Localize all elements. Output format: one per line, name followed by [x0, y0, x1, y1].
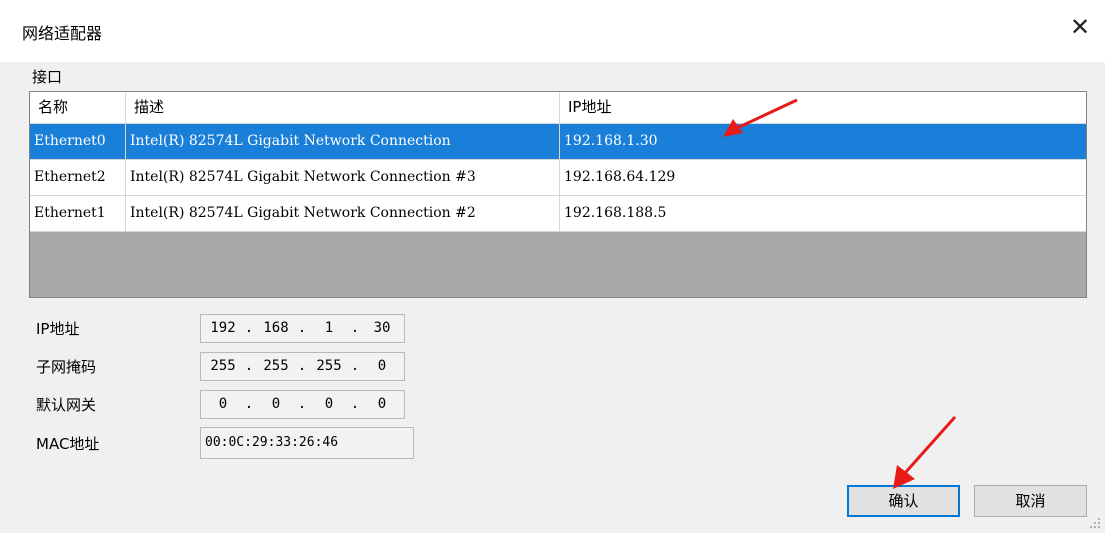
adapter-description: Intel(R) 82574L Gigabit Network Connecti…	[126, 160, 560, 195]
gateway-octet-4[interactable]: 0	[362, 391, 402, 418]
adapter-ip: 192.168.188.5	[564, 205, 667, 221]
title-bar: 网络适配器 ✕	[0, 0, 1105, 62]
octet-separator: .	[244, 320, 254, 336]
subnet-octet-2[interactable]: 255	[256, 353, 296, 380]
adapter-ip: 192.168.64.129	[564, 169, 676, 185]
adapter-name: Ethernet1	[30, 196, 126, 231]
table-row[interactable]: Ethernet2 Intel(R) 82574L Gigabit Networ…	[30, 160, 1086, 196]
adapter-description: Intel(R) 82574L Gigabit Network Connecti…	[126, 196, 560, 231]
adapter-name: Ethernet0	[30, 124, 126, 159]
octet-separator: .	[350, 320, 360, 336]
octet-separator: .	[297, 358, 307, 374]
resize-grip-icon[interactable]	[1089, 517, 1101, 529]
gateway-field[interactable]: 0. 0. 0. 0	[200, 390, 405, 419]
column-header-ip[interactable]: IP地址	[560, 92, 1088, 123]
ip-address-field[interactable]: 192. 168. 1. 30	[200, 314, 405, 343]
subnet-octet-1[interactable]: 255	[203, 353, 243, 380]
ip-address-label: IP地址	[36, 320, 80, 338]
adapter-table: 名称 描述 IP地址 Ethernet0 Intel(R) 82574L Gig…	[29, 91, 1087, 298]
gateway-octet-3[interactable]: 0	[309, 391, 349, 418]
subnet-octet-4[interactable]: 0	[362, 353, 402, 380]
dialog-title: 网络适配器	[22, 24, 103, 43]
ip-octet-2[interactable]: 168	[256, 315, 296, 342]
column-header-description[interactable]: 描述	[126, 92, 560, 123]
subnet-octet-3[interactable]: 255	[309, 353, 349, 380]
adapter-description: Intel(R) 82574L Gigabit Network Connecti…	[126, 124, 560, 159]
table-row[interactable]: Ethernet1 Intel(R) 82574L Gigabit Networ…	[30, 196, 1086, 232]
adapter-ip: 192.168.1.30	[564, 133, 658, 149]
adapter-name: Ethernet2	[30, 160, 126, 195]
column-header-name[interactable]: 名称	[30, 92, 126, 123]
octet-separator: .	[297, 396, 307, 412]
octet-separator: .	[350, 396, 360, 412]
ip-octet-4[interactable]: 30	[362, 315, 402, 342]
ok-button[interactable]: 确认	[847, 485, 960, 517]
table-row[interactable]: Ethernet0 Intel(R) 82574L Gigabit Networ…	[30, 124, 1086, 160]
close-icon: ✕	[1069, 13, 1091, 41]
cancel-button[interactable]: 取消	[974, 485, 1087, 517]
octet-separator: .	[244, 396, 254, 412]
gateway-octet-1[interactable]: 0	[203, 391, 243, 418]
octet-separator: .	[244, 358, 254, 374]
mac-address-field[interactable]: 00:0C:29:33:26:46	[200, 427, 414, 459]
gateway-label: 默认网关	[36, 396, 97, 414]
mac-address-label: MAC地址	[36, 435, 100, 453]
annotation-arrow-icon	[893, 416, 957, 489]
ip-octet-1[interactable]: 192	[203, 315, 243, 342]
table-header: 名称 描述 IP地址	[30, 92, 1086, 124]
ip-octet-3[interactable]: 1	[309, 315, 349, 342]
subnet-mask-field[interactable]: 255. 255. 255. 0	[200, 352, 405, 381]
subnet-mask-label: 子网掩码	[36, 358, 97, 376]
gateway-octet-2[interactable]: 0	[256, 391, 296, 418]
octet-separator: .	[350, 358, 360, 374]
close-button[interactable]: ✕	[1067, 12, 1093, 42]
octet-separator: .	[297, 320, 307, 336]
interface-section-label: 接口	[32, 68, 63, 86]
